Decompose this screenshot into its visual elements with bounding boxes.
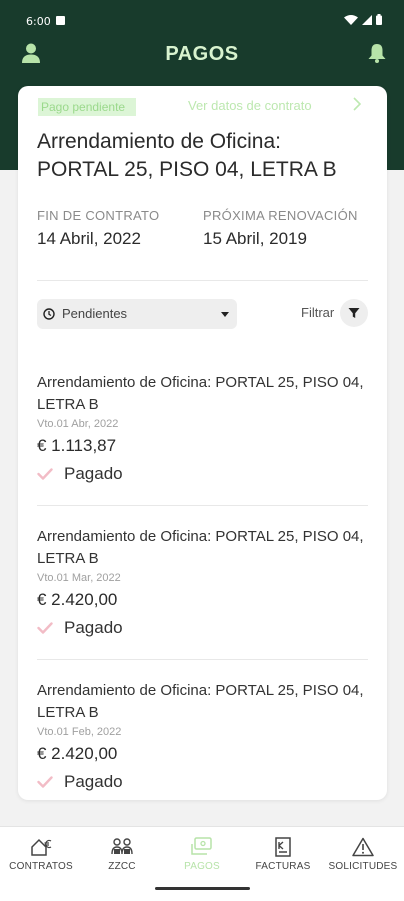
home-indicator <box>155 887 250 890</box>
check-icon <box>37 622 53 634</box>
contract-card: Pago pendiente Ver datos de contrato Arr… <box>18 86 387 800</box>
payment-due-date: Vto.01 Feb, 2022 <box>37 726 122 738</box>
payment-status-label: Pagado <box>64 772 123 791</box>
check-icon <box>37 468 53 480</box>
divider <box>37 659 368 660</box>
payment-status-label: Pagado <box>64 618 123 637</box>
payment-item[interactable]: Arrendamiento de Oficina: PORTAL 25, PIS… <box>37 680 368 800</box>
check-icon <box>37 776 53 788</box>
payment-amount: € 2.420,00 <box>37 744 118 763</box>
page-title: PAGOS <box>165 43 239 65</box>
nav-item-contratos[interactable]: CONTRATOS <box>1 827 81 883</box>
bell-icon[interactable] <box>368 43 386 68</box>
nav-label: FACTURAS <box>255 861 311 872</box>
payment-name: Arrendamiento de Oficina: PORTAL 25, PIS… <box>37 528 364 567</box>
status-icons <box>344 14 382 25</box>
renewal-date-value: 15 Abril, 2019 <box>203 229 307 248</box>
top-app-bar: PAGOS <box>0 34 404 78</box>
nav-label: CONTRATOS <box>9 861 73 872</box>
view-contract-link[interactable]: Ver datos de contrato <box>188 98 312 113</box>
status-filter-select[interactable]: Pendientes <box>37 299 237 329</box>
payment-name: Arrendamiento de Oficina: PORTAL 25, PIS… <box>37 682 364 721</box>
wifi-icon <box>344 14 358 25</box>
chevron-down-icon <box>221 312 229 317</box>
payment-item[interactable]: Arrendamiento de Oficina: PORTAL 25, PIS… <box>37 526 368 676</box>
house-euro-icon <box>31 838 52 856</box>
nav-item-solicitudes[interactable]: SOLICITUDES <box>323 827 403 883</box>
nav-item-pagos[interactable]: PAGOS <box>162 827 242 883</box>
nav-label: PAGOS <box>184 861 220 872</box>
people-icon <box>111 838 133 855</box>
payments-icon <box>191 837 212 855</box>
nav-label: SOLICITUDES <box>328 861 398 872</box>
end-date-value: 14 Abril, 2022 <box>37 229 141 248</box>
divider <box>37 280 368 281</box>
nav-item-zzcc[interactable]: ZZCC <box>82 827 162 883</box>
battery-icon <box>376 14 382 25</box>
divider <box>37 505 368 506</box>
payment-due-date: Vto.01 Abr, 2022 <box>37 418 119 430</box>
filter-label[interactable]: Filtrar <box>301 305 334 320</box>
payment-status-label: Pagado <box>64 464 123 483</box>
payment-due-date: Vto.01 Mar, 2022 <box>37 572 121 584</box>
payment-name: Arrendamiento de Oficina: PORTAL 25, PIS… <box>37 374 364 413</box>
payment-status-badge: Pago pendiente <box>38 98 136 116</box>
notification-icon <box>56 16 65 25</box>
invoice-icon <box>275 837 291 857</box>
nav-item-facturas[interactable]: FACTURAS <box>243 827 323 883</box>
nav-label: ZZCC <box>108 861 136 872</box>
status-bar: 6:00 <box>0 0 404 34</box>
payment-amount: € 1.113,87 <box>37 436 117 455</box>
renewal-date-label: PRÓXIMA RENOVACIÓN <box>203 208 358 223</box>
clock-icon <box>43 308 55 320</box>
payment-amount: € 2.420,00 <box>37 590 118 609</box>
signal-icon <box>362 14 372 25</box>
status-time: 6:00 <box>26 15 51 28</box>
status-filter-value: Pendientes <box>62 306 128 321</box>
end-date-label: FIN DE CONTRATO <box>37 208 160 223</box>
chevron-right-icon[interactable] <box>353 97 361 111</box>
payment-item[interactable]: Arrendamiento de Oficina: PORTAL 25, PIS… <box>37 372 368 522</box>
warning-icon <box>352 837 374 857</box>
contract-title: Arrendamiento de Oficina: PORTAL 25, PIS… <box>37 130 337 181</box>
filter-button[interactable] <box>340 299 368 327</box>
filter-icon <box>348 308 360 318</box>
